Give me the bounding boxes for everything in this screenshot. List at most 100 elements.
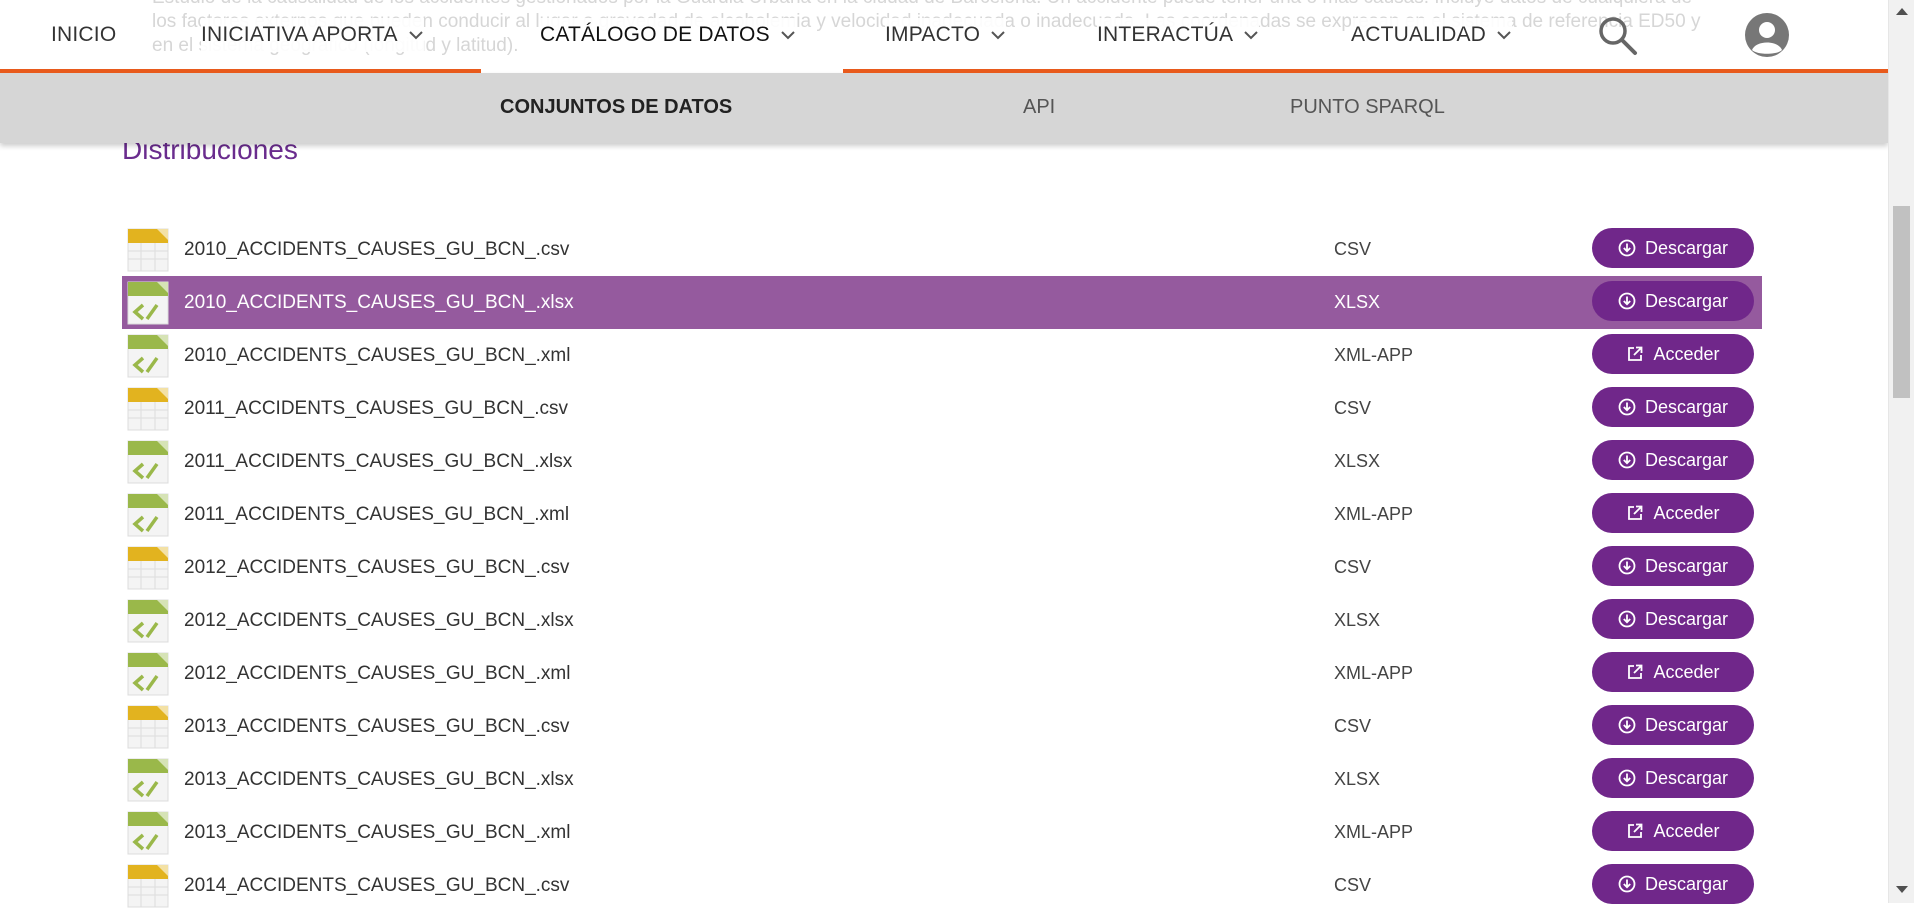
distribution-file-name[interactable]: 2010_ACCIDENTS_CAUSES_GU_BCN_.xlsx (184, 292, 574, 314)
download-icon (1618, 557, 1636, 575)
external-link-icon (1628, 664, 1643, 679)
scrollbar[interactable] (1888, 0, 1914, 903)
action-button-label: Descargar (1644, 396, 1729, 417)
distribution-row[interactable]: 2010_ACCIDENTS_CAUSES_GU_BCN_.xlsx XLSX De… (122, 276, 1762, 329)
nav-iniciativa-aporta[interactable]: INICIATIVA APORTA (201, 18, 424, 52)
distribution-file-name[interactable]: 2012_ACCIDENTS_CAUSES_GU_BCN_.xlsx (184, 610, 574, 632)
download-button[interactable]: Descargar (1592, 440, 1754, 480)
download-icon (1618, 451, 1636, 469)
download-icon (1618, 398, 1636, 416)
distribution-row[interactable]: 2011_ACCIDENTS_CAUSES_GU_BCN_.xlsx XLSX De… (122, 435, 1762, 488)
nav-inicio-label: INICIO (51, 23, 117, 46)
xml-file-icon (127, 334, 169, 378)
download-button[interactable]: Descargar (1592, 705, 1754, 745)
distribution-file-name[interactable]: 2012_ACCIDENTS_CAUSES_GU_BCN_.xml (184, 663, 570, 685)
distribution-row[interactable]: 2013_ACCIDENTS_CAUSES_GU_BCN_.xml XML-APP… (122, 806, 1762, 859)
distribution-file-name[interactable]: 2011_ACCIDENTS_CAUSES_GU_BCN_.csv (184, 398, 568, 420)
download-button[interactable]: Descargar (1592, 387, 1754, 427)
distribution-row[interactable]: 2013_ACCIDENTS_CAUSES_GU_BCN_.xlsx XLSX De… (122, 753, 1762, 806)
nav-actualidad[interactable]: ACTUALIDAD (1351, 18, 1513, 52)
access-button[interactable]: Acceder (1592, 811, 1754, 851)
xml-file-icon (127, 811, 169, 855)
distribution-format: XLSX (1334, 769, 1381, 789)
distribution-format: CSV (1334, 716, 1372, 736)
distribution-format: XML-APP (1334, 822, 1414, 842)
distribution-format: XML-APP (1334, 345, 1414, 365)
main-nav: INICIO INICIATIVA APORTA CATÁLOGO DE DAT… (0, 0, 1888, 70)
action-button-label: Descargar (1644, 449, 1729, 470)
xml-file-icon (127, 440, 169, 484)
subnav-conjuntos-de-datos[interactable]: CONJUNTOS DE DATOS (500, 96, 732, 119)
nav-underline (843, 69, 1888, 73)
distribution-list: 2010_ACCIDENTS_CAUSES_GU_BCN_.csv CSV Desc… (122, 223, 1762, 912)
distribution-format: CSV (1334, 398, 1372, 418)
xml-file-icon (127, 493, 169, 537)
access-button[interactable]: Acceder (1592, 652, 1754, 692)
download-icon (1618, 292, 1636, 310)
distribution-file-name[interactable]: 2010_ACCIDENTS_CAUSES_GU_BCN_.xml (184, 345, 570, 367)
distribution-row[interactable]: 2011_ACCIDENTS_CAUSES_GU_BCN_.csv CSV Desc… (122, 382, 1762, 435)
distribution-row[interactable]: 2010_ACCIDENTS_CAUSES_GU_BCN_.xml XML-APP… (122, 329, 1762, 382)
subnav-punto-sparql[interactable]: PUNTO SPARQL (1290, 96, 1445, 119)
distribution-file-name[interactable]: 2013_ACCIDENTS_CAUSES_GU_BCN_.csv (184, 716, 569, 738)
nav-inicio[interactable]: INICIO (51, 18, 117, 52)
download-icon (1618, 875, 1636, 893)
external-link-icon (1628, 505, 1643, 520)
nav-catalogo-de-datos-label: CATÁLOGO DE DATOS (540, 23, 770, 46)
nav-interactua[interactable]: INTERACTÚA (1097, 18, 1260, 52)
access-button[interactable]: Acceder (1592, 334, 1754, 374)
distribution-row[interactable]: 2014_ACCIDENTS_CAUSES_GU_BCN_.csv CSV Desc… (122, 859, 1762, 912)
search-icon[interactable] (1596, 14, 1640, 58)
action-button-label: Descargar (1644, 237, 1729, 258)
distribution-format: XML-APP (1334, 663, 1414, 683)
download-button[interactable]: Descargar (1592, 281, 1754, 321)
download-button[interactable]: Descargar (1592, 228, 1754, 268)
distribution-file-name[interactable]: 2010_ACCIDENTS_CAUSES_GU_BCN_.csv (184, 239, 569, 261)
download-icon (1618, 769, 1636, 787)
distribution-row[interactable]: 2010_ACCIDENTS_CAUSES_GU_BCN_.csv CSV Desc… (122, 223, 1762, 276)
distribution-row[interactable]: 2013_ACCIDENTS_CAUSES_GU_BCN_.csv CSV Desc… (122, 700, 1762, 753)
distribution-row[interactable]: 2011_ACCIDENTS_CAUSES_GU_BCN_.xml XML-APP… (122, 488, 1762, 541)
distribution-row[interactable]: 2012_ACCIDENTS_CAUSES_GU_BCN_.xml XML-APP… (122, 647, 1762, 700)
access-button[interactable]: Acceder (1592, 493, 1754, 533)
distribution-row[interactable]: 2012_ACCIDENTS_CAUSES_GU_BCN_.xlsx XLSX De… (122, 594, 1762, 647)
nav-impacto-label: IMPACTO (885, 23, 981, 46)
distribution-file-name[interactable]: 2012_ACCIDENTS_CAUSES_GU_BCN_.csv (184, 557, 569, 579)
nav-iniciativa-aporta-label: INICIATIVA APORTA (201, 23, 398, 46)
action-button-label: Acceder (1653, 343, 1720, 364)
download-icon (1618, 716, 1636, 734)
distribution-format: XLSX (1334, 610, 1381, 630)
distribution-file-name[interactable]: 2011_ACCIDENTS_CAUSES_GU_BCN_.xlsx (184, 451, 572, 473)
action-button-label: Descargar (1644, 767, 1729, 788)
download-icon (1618, 239, 1636, 257)
distribution-file-name[interactable]: 2011_ACCIDENTS_CAUSES_GU_BCN_.xml (184, 504, 569, 526)
scroll-up-arrow[interactable] (1896, 8, 1908, 15)
external-link-icon (1628, 823, 1643, 838)
nav-impacto[interactable]: IMPACTO (885, 18, 1007, 52)
scroll-down-arrow[interactable] (1896, 886, 1908, 893)
download-button[interactable]: Descargar (1592, 599, 1754, 639)
nav-catalogo-de-datos[interactable]: CATÁLOGO DE DATOS (540, 18, 796, 52)
download-button[interactable]: Descargar (1592, 864, 1754, 904)
csv-file-icon (127, 705, 169, 749)
subnav-api[interactable]: API (1023, 96, 1055, 119)
xml-file-icon (127, 281, 169, 325)
distribution-format: CSV (1334, 239, 1372, 259)
nav-underline (0, 69, 481, 73)
xml-file-icon (127, 758, 169, 802)
user-avatar-icon[interactable] (1743, 11, 1791, 59)
scroll-thumb[interactable] (1893, 206, 1910, 398)
action-button-label: Descargar (1644, 290, 1729, 311)
distribution-file-name[interactable]: 2013_ACCIDENTS_CAUSES_GU_BCN_.xlsx (184, 769, 574, 791)
action-button-label: Descargar (1644, 714, 1729, 735)
download-button[interactable]: Descargar (1592, 546, 1754, 586)
nav-interactua-label: INTERACTÚA (1097, 23, 1234, 46)
action-button-label: Acceder (1653, 661, 1720, 682)
distribution-row[interactable]: 2012_ACCIDENTS_CAUSES_GU_BCN_.csv CSV Desc… (122, 541, 1762, 594)
xml-file-icon (127, 599, 169, 643)
distribution-format: CSV (1334, 557, 1372, 577)
distribution-file-name[interactable]: 2014_ACCIDENTS_CAUSES_GU_BCN_.csv (184, 875, 569, 897)
distribution-file-name[interactable]: 2013_ACCIDENTS_CAUSES_GU_BCN_.xml (184, 822, 570, 844)
download-button[interactable]: Descargar (1592, 758, 1754, 798)
download-icon (1618, 610, 1636, 628)
